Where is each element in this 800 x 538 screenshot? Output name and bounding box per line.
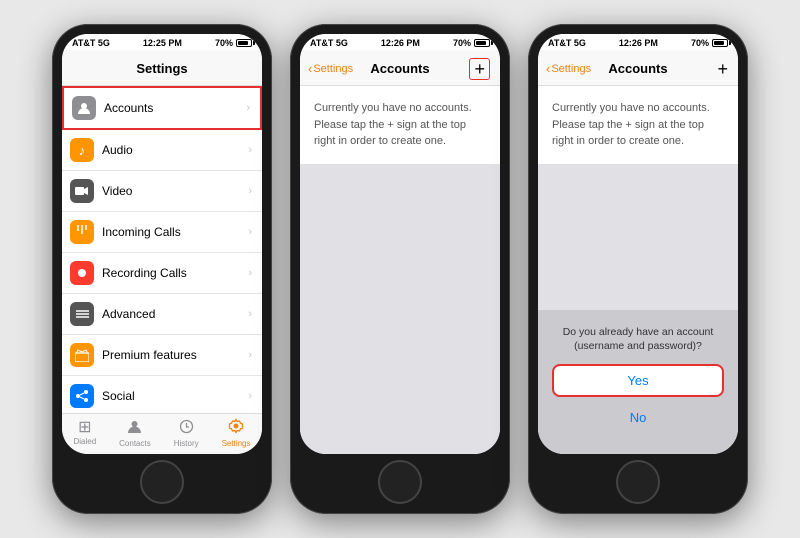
carrier-1: AT&T 5G xyxy=(72,38,110,48)
dialog-yes-button[interactable]: Yes xyxy=(552,364,724,397)
social-icon xyxy=(70,384,94,408)
phones-container: AT&T 5G 12:25 PM 70% Settings Accounts xyxy=(32,4,768,534)
contacts-label: Contacts xyxy=(119,439,151,448)
bottom-nav-dialed[interactable]: ⊞ Dialed xyxy=(73,420,96,446)
status-bar-3: AT&T 5G 12:26 PM 70% xyxy=(538,34,738,50)
nav-bar-1: Settings xyxy=(62,50,262,86)
advanced-chevron: › xyxy=(248,308,252,320)
audio-chevron: › xyxy=(248,144,252,156)
history-icon xyxy=(179,419,194,438)
settings-label: Settings xyxy=(222,439,251,448)
contacts-icon xyxy=(127,419,142,438)
phone-2: AT&T 5G 12:26 PM 70% ‹ Settings Accounts… xyxy=(290,24,510,514)
battery-icon-2 xyxy=(474,39,490,47)
back-label-2: Settings xyxy=(313,63,353,75)
nav-bar-3: ‹ Settings Accounts + xyxy=(538,50,738,86)
battery-1: 70% xyxy=(215,38,252,48)
nav-back-2[interactable]: ‹ Settings xyxy=(308,61,353,76)
settings-item-advanced[interactable]: Advanced › xyxy=(62,294,262,335)
incoming-calls-icon xyxy=(70,220,94,244)
social-label: Social xyxy=(102,389,248,403)
settings-item-social[interactable]: Social › xyxy=(62,376,262,413)
settings-list: Accounts › ♪ Audio › Video › xyxy=(62,86,262,413)
premium-icon xyxy=(70,343,94,367)
carrier-2: AT&T 5G xyxy=(310,38,348,48)
audio-label: Audio xyxy=(102,143,248,157)
phone-3: AT&T 5G 12:26 PM 70% ‹ Settings Accounts… xyxy=(528,24,748,514)
premium-label: Premium features xyxy=(102,348,248,362)
recording-calls-label: Recording Calls xyxy=(102,266,248,280)
back-chevron-2: ‹ xyxy=(308,61,312,76)
settings-item-video[interactable]: Video › xyxy=(62,171,262,212)
settings-item-accounts[interactable]: Accounts › xyxy=(62,86,262,130)
dialog-no-button[interactable]: No xyxy=(552,403,724,432)
bottom-nav-history[interactable]: History xyxy=(174,419,199,448)
battery-icon-1 xyxy=(236,39,252,47)
bottom-nav-settings[interactable]: Settings xyxy=(222,418,251,448)
accounts-content-2: Currently you have no accounts. Please t… xyxy=(300,86,500,454)
nav-bar-2: ‹ Settings Accounts + xyxy=(300,50,500,86)
battery-3: 70% xyxy=(691,38,728,48)
accounts-chevron: › xyxy=(246,102,250,114)
dialed-icon: ⊞ xyxy=(78,420,91,436)
recording-calls-chevron: › xyxy=(248,267,252,279)
accounts-gray-area-2 xyxy=(300,165,500,455)
time-2: 12:26 PM xyxy=(381,38,420,48)
nav-title-2: Accounts xyxy=(370,61,429,76)
social-chevron: › xyxy=(248,390,252,402)
phone-3-screen: AT&T 5G 12:26 PM 70% ‹ Settings Accounts… xyxy=(538,34,738,454)
phone-2-home-button[interactable] xyxy=(378,460,422,504)
video-label: Video xyxy=(102,184,248,198)
recording-calls-icon xyxy=(70,261,94,285)
advanced-label: Advanced xyxy=(102,307,248,321)
accounts-empty-text-2: Currently you have no accounts. Please t… xyxy=(300,86,500,165)
accounts-empty-text-3: Currently you have no accounts. Please t… xyxy=(538,86,738,165)
settings-icon xyxy=(228,418,244,438)
phone-2-screen: AT&T 5G 12:26 PM 70% ‹ Settings Accounts… xyxy=(300,34,500,454)
nav-title-1: Settings xyxy=(136,61,187,76)
dialed-label: Dialed xyxy=(73,437,96,446)
incoming-calls-label: Incoming Calls xyxy=(102,225,248,239)
accounts-label: Accounts xyxy=(104,101,246,115)
accounts-icon xyxy=(72,96,96,120)
phone-3-home-button[interactable] xyxy=(616,460,660,504)
settings-item-recording-calls[interactable]: Recording Calls › xyxy=(62,253,262,294)
status-bar-2: AT&T 5G 12:26 PM 70% xyxy=(300,34,500,50)
settings-item-audio[interactable]: ♪ Audio › xyxy=(62,130,262,171)
add-account-button-3[interactable]: + xyxy=(717,60,728,78)
back-chevron-3: ‹ xyxy=(546,61,550,76)
history-label: History xyxy=(174,439,199,448)
dialog-question: Do you already have an account (username… xyxy=(552,325,724,354)
nav-title-3: Accounts xyxy=(608,61,667,76)
settings-item-premium[interactable]: Premium features › xyxy=(62,335,262,376)
status-bar-1: AT&T 5G 12:25 PM 70% xyxy=(62,34,262,50)
incoming-calls-chevron: › xyxy=(248,226,252,238)
back-label-3: Settings xyxy=(551,63,591,75)
bottom-nav-1: ⊞ Dialed Contacts History xyxy=(62,413,262,454)
time-3: 12:26 PM xyxy=(619,38,658,48)
battery-2: 70% xyxy=(453,38,490,48)
battery-icon-3 xyxy=(712,39,728,47)
phone-1: AT&T 5G 12:25 PM 70% Settings Accounts xyxy=(52,24,272,514)
phone-1-home-button[interactable] xyxy=(140,460,184,504)
audio-icon: ♪ xyxy=(70,138,94,162)
video-chevron: › xyxy=(248,185,252,197)
advanced-icon xyxy=(70,302,94,326)
add-account-button[interactable]: + xyxy=(469,58,490,80)
settings-item-incoming-calls[interactable]: Incoming Calls › xyxy=(62,212,262,253)
video-icon xyxy=(70,179,94,203)
time-1: 12:25 PM xyxy=(143,38,182,48)
bottom-nav-contacts[interactable]: Contacts xyxy=(119,419,151,448)
premium-chevron: › xyxy=(248,349,252,361)
nav-back-3[interactable]: ‹ Settings xyxy=(546,61,591,76)
account-dialog: Do you already have an account (username… xyxy=(538,310,738,454)
phone-1-screen: AT&T 5G 12:25 PM 70% Settings Accounts xyxy=(62,34,262,454)
carrier-3: AT&T 5G xyxy=(548,38,586,48)
